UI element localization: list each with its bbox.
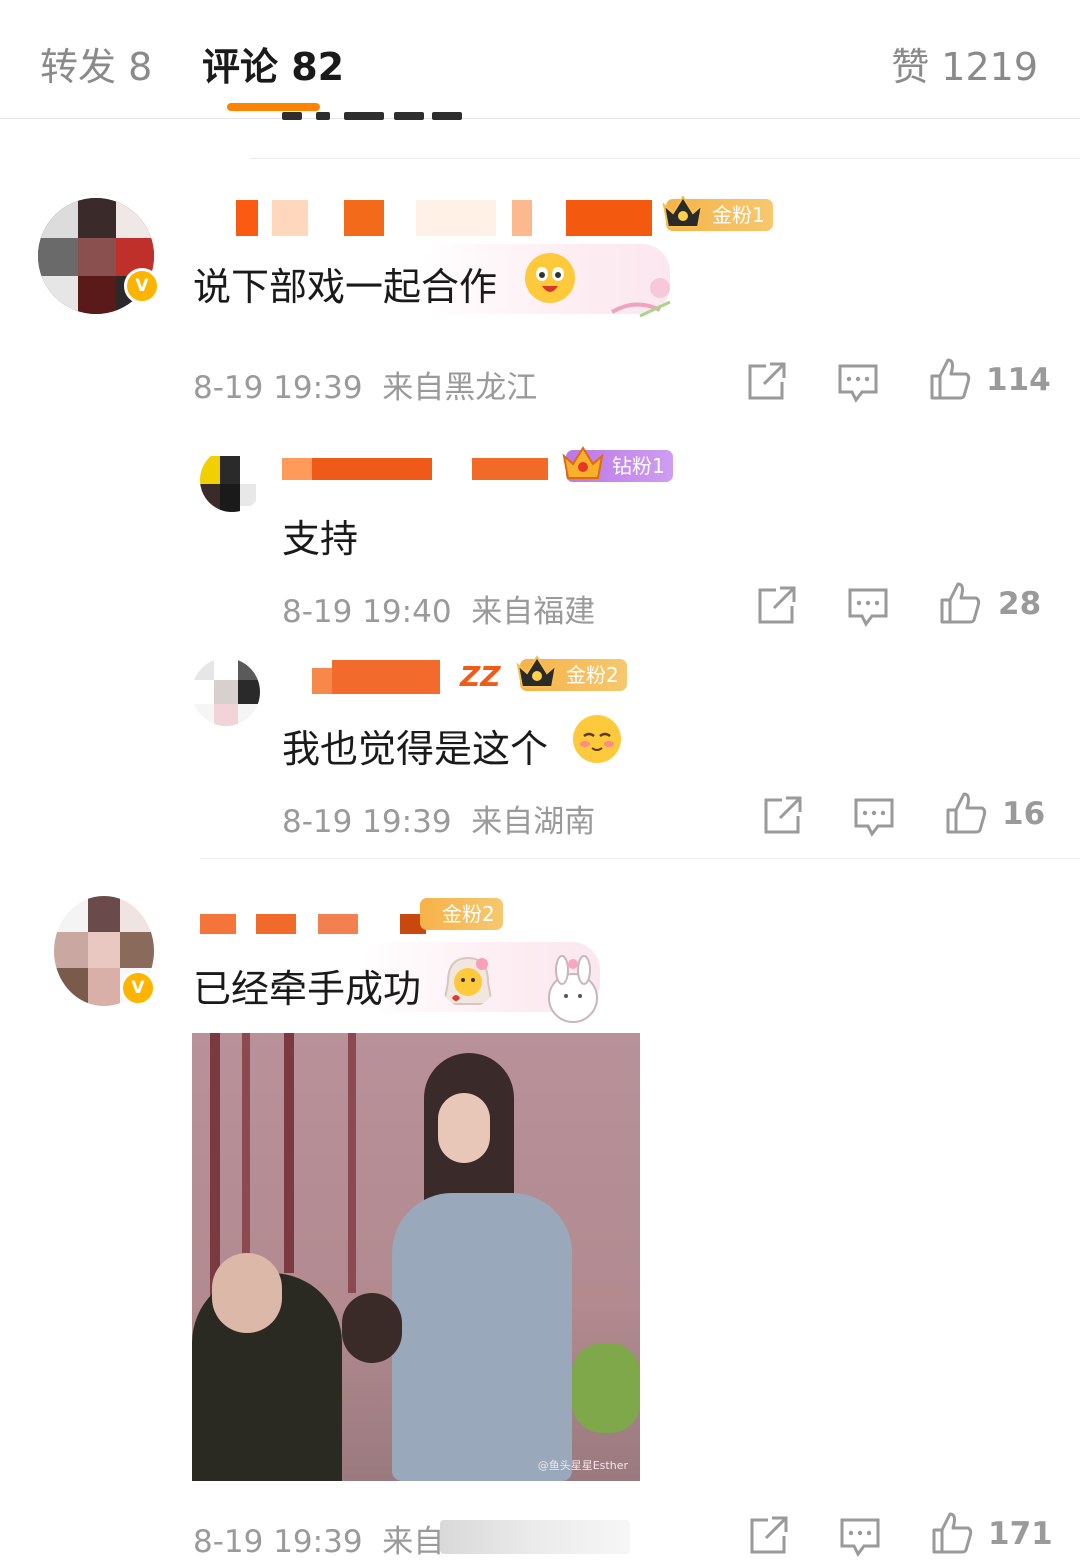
comment-text: 说下部戏一起合作 bbox=[193, 265, 498, 309]
drool-emoji-icon bbox=[525, 253, 575, 303]
like-count: 16 bbox=[1002, 796, 1046, 832]
tab-forward[interactable]: 转发 8 bbox=[40, 36, 152, 91]
like-count: 171 bbox=[988, 1516, 1053, 1552]
tab-bar: 转发 8 评论 82 赞 1219 bbox=[0, 0, 1080, 119]
username-fragment: ZZ bbox=[460, 660, 501, 693]
like-icon[interactable] bbox=[938, 580, 982, 624]
flower-sticker-icon bbox=[610, 278, 671, 318]
like-count: 28 bbox=[998, 586, 1042, 622]
crown-icon bbox=[562, 446, 604, 479]
crown-icon bbox=[662, 195, 704, 228]
like-icon[interactable] bbox=[944, 790, 988, 834]
avatar[interactable] bbox=[200, 448, 264, 512]
fan-badge: 金粉1 bbox=[662, 195, 773, 231]
fan-badge: 金粉2 bbox=[420, 898, 503, 930]
comment-location: 来自湖南 bbox=[471, 804, 596, 840]
active-tab-indicator bbox=[227, 103, 320, 111]
tab-likes[interactable]: 赞 1219 bbox=[891, 36, 1038, 91]
shy-emoji-icon bbox=[573, 715, 621, 763]
comment-meta: 8-19 19:39 来自 bbox=[193, 1516, 444, 1561]
comment-time: 8-19 19:39 bbox=[193, 370, 363, 406]
comment-text: 支持 bbox=[282, 517, 359, 561]
share-icon[interactable] bbox=[760, 794, 804, 838]
fan-badge: 钻粉1 bbox=[562, 446, 673, 482]
comment-location: 来自 bbox=[382, 1524, 445, 1560]
username-blurred[interactable] bbox=[282, 450, 552, 486]
verified-icon: V bbox=[120, 970, 156, 1006]
comment-text: 已经牵手成功 bbox=[193, 967, 422, 1011]
comment-time: 8-19 19:40 bbox=[282, 594, 452, 630]
comment-time: 8-19 19:39 bbox=[282, 804, 452, 840]
comment-icon[interactable] bbox=[836, 360, 880, 404]
like-count: 114 bbox=[986, 362, 1051, 398]
like-icon[interactable] bbox=[930, 1510, 974, 1554]
like-icon[interactable] bbox=[928, 356, 972, 400]
divider bbox=[200, 858, 1080, 859]
bride-emoji-icon bbox=[442, 956, 494, 1005]
comment-meta: 8-19 19:40 来自福建 bbox=[282, 586, 595, 631]
comment-location: 来自福建 bbox=[471, 594, 596, 630]
fan-badge: 金粉2 bbox=[516, 655, 627, 691]
comment-image[interactable]: @鱼头星星Esther bbox=[192, 1033, 640, 1481]
avatar[interactable] bbox=[192, 658, 260, 726]
crown-icon bbox=[516, 655, 558, 688]
comment-icon[interactable] bbox=[838, 1514, 882, 1558]
username-blurred[interactable] bbox=[200, 900, 440, 936]
clipped-text-above bbox=[282, 112, 472, 122]
comment-time: 8-19 19:39 bbox=[193, 1524, 363, 1560]
watermark-overlay bbox=[440, 1520, 630, 1554]
username-blurred[interactable] bbox=[236, 200, 656, 236]
tab-comments[interactable]: 评论 82 bbox=[202, 36, 344, 91]
verified-icon: V bbox=[124, 268, 160, 304]
image-watermark: @鱼头星星Esther bbox=[537, 1459, 628, 1472]
comment-meta: 8-19 19:39 来自湖南 bbox=[282, 796, 595, 841]
comment-meta: 8-19 19:39 来自黑龙江 bbox=[193, 362, 537, 407]
share-icon[interactable] bbox=[746, 1514, 790, 1558]
comment-location: 来自黑龙江 bbox=[382, 370, 538, 406]
share-icon[interactable] bbox=[754, 584, 798, 628]
comment-icon[interactable] bbox=[852, 794, 896, 838]
comment-icon[interactable] bbox=[846, 584, 890, 628]
bunny-sticker-icon bbox=[548, 955, 598, 1023]
share-icon[interactable] bbox=[744, 360, 788, 404]
divider bbox=[250, 158, 1080, 159]
comment-text: 我也觉得是这个 bbox=[282, 727, 549, 771]
